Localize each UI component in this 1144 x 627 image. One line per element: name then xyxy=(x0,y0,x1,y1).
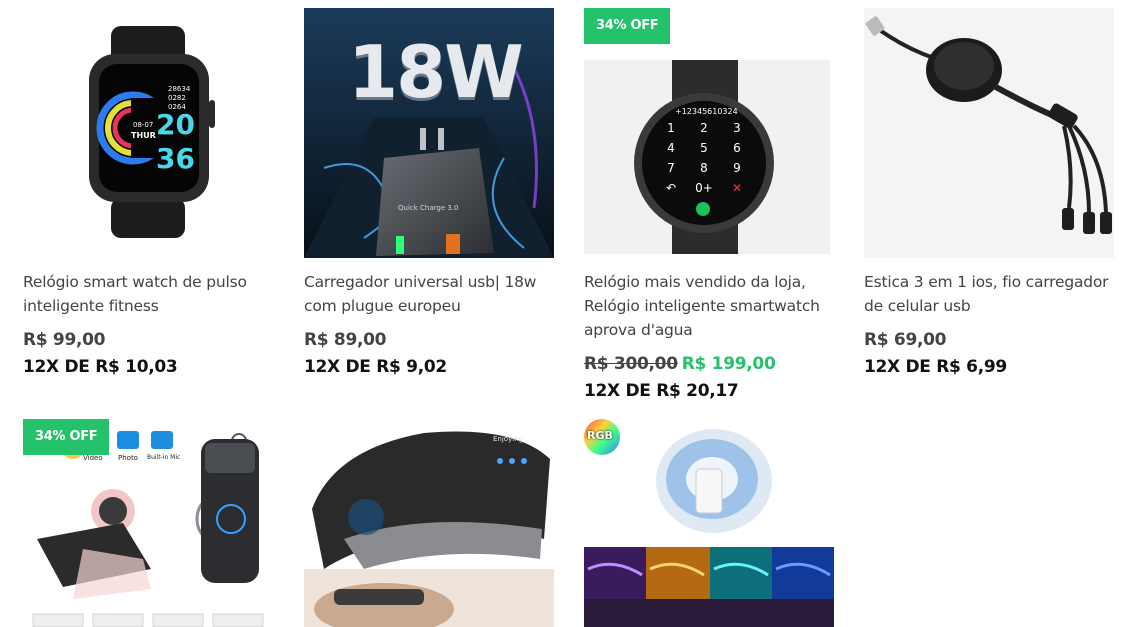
product-card[interactable]: Video Photo Built-in Mic 34% OFF xyxy=(23,419,273,627)
feature-label-video: Video xyxy=(83,454,103,462)
product-price: R$ 89,00 xyxy=(304,330,387,350)
image-text-18w: 18W xyxy=(348,30,524,114)
product-image[interactable]: 18W Quick Charge 3.0 xyxy=(304,8,554,258)
product-image[interactable]: +12345610324 1 2 3 4 5 6 7 8 9 ↶ 0+ ✕ xyxy=(584,8,834,258)
product-installment: 12X DE R$ 6,99 xyxy=(864,357,1007,377)
watch-day: THUR xyxy=(131,131,156,140)
product-card[interactable]: 18W Quick Charge 3.0 Carregador universa… xyxy=(304,8,554,388)
feature-label-mic: Built-in Mic xyxy=(147,454,181,461)
dial-key: 9 xyxy=(733,161,741,175)
dial-key: 5 xyxy=(700,141,708,155)
dial-keypad: 1 2 3 4 5 6 7 8 9 ↶ 0+ ✕ xyxy=(656,120,752,196)
dial-key: 0+ xyxy=(695,181,713,195)
product-title[interactable]: Relógio mais vendido da loja, Relógio in… xyxy=(584,270,839,342)
product-card[interactable]: +12345610324 1 2 3 4 5 6 7 8 9 ↶ 0+ ✕ 34… xyxy=(584,8,834,408)
dial-number: +12345610324 xyxy=(675,107,738,116)
product-price: R$ 300,00 R$ 199,00 xyxy=(584,354,776,374)
product-price: R$ 69,00 xyxy=(864,330,947,350)
dial-key: 1 xyxy=(667,121,675,135)
dial-key: 6 xyxy=(733,141,741,155)
discount-badge: 34% OFF xyxy=(23,419,110,455)
watch-minute: 36 xyxy=(156,142,195,175)
watch-hr: 0282 xyxy=(168,94,186,102)
dial-key: ✕ xyxy=(731,181,743,195)
product-image[interactable]: Enjoying xyxy=(304,419,554,627)
dial-key: ↶ xyxy=(665,181,677,195)
product-card[interactable]: Enjoying xyxy=(304,419,554,627)
old-price: R$ 300,00 xyxy=(584,354,678,374)
plug-label: Quick Charge 3.0 xyxy=(398,204,459,212)
dial-key: 8 xyxy=(700,161,708,175)
product-price: R$ 99,00 xyxy=(23,330,106,350)
product-image[interactable]: 28634 0282 0264 08-07 THUR 20 36 xyxy=(23,8,273,258)
product-image[interactable]: RGB xyxy=(584,419,834,627)
brand-label: Enjoying xyxy=(493,435,524,443)
dial-key: 7 xyxy=(667,161,675,175)
dial-key: 3 xyxy=(733,121,741,135)
call-icon xyxy=(696,202,710,216)
product-card[interactable]: RGB xyxy=(584,419,834,627)
product-title[interactable]: Carregador universal usb| 18w com plugue… xyxy=(304,270,559,318)
product-title[interactable]: Estica 3 em 1 ios, fio carregador de cel… xyxy=(864,270,1119,318)
sale-price: R$ 199,00 xyxy=(681,354,776,374)
product-image[interactable] xyxy=(864,8,1114,258)
product-card[interactable]: 28634 0282 0264 08-07 THUR 20 36 Relógio… xyxy=(23,8,273,388)
discount-badge: 34% OFF xyxy=(584,8,671,44)
product-installment: 12X DE R$ 20,17 xyxy=(584,381,739,401)
rgb-badge: RGB xyxy=(587,429,613,442)
product-card[interactable]: Estica 3 em 1 ios, fio carregador de cel… xyxy=(864,8,1114,388)
watch-date: 08-07 xyxy=(133,121,154,129)
watch-hour: 20 xyxy=(156,108,195,141)
dial-key: 4 xyxy=(667,141,675,155)
dial-key: 2 xyxy=(700,121,708,135)
feature-label-photo: Photo xyxy=(118,454,138,462)
watch-steps: 28634 xyxy=(168,85,191,93)
product-title[interactable]: Relógio smart watch de pulso inteligente… xyxy=(23,270,278,318)
product-installment: 12X DE R$ 10,03 xyxy=(23,357,178,377)
product-installment: 12X DE R$ 9,02 xyxy=(304,357,447,377)
